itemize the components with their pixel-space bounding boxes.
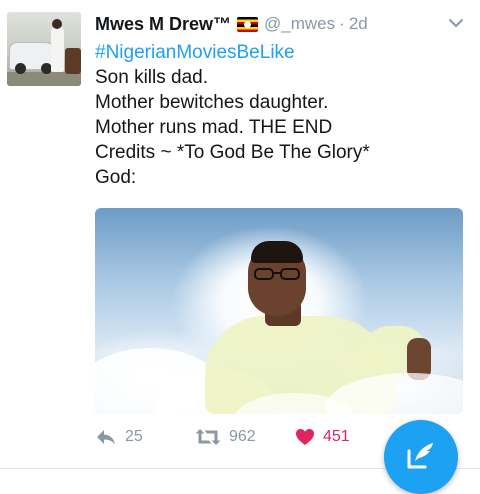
compose-tweet-button[interactable] xyxy=(384,420,458,494)
tweet-text-line: Son kills dad. xyxy=(95,67,209,88)
reply-count: 25 xyxy=(125,428,143,445)
reply-button[interactable]: 25 xyxy=(95,428,143,446)
tweet[interactable]: Mwes M Drew™ @_mwes · 2d #NigerianMovies… xyxy=(0,0,480,494)
glasses-icon xyxy=(254,268,300,280)
heart-icon xyxy=(296,429,314,445)
retweet-icon xyxy=(195,429,221,445)
photo-person-hair xyxy=(251,241,303,263)
reply-icon xyxy=(97,430,115,445)
author-handle[interactable]: @_mwes xyxy=(264,14,335,34)
retweet-count: 962 xyxy=(229,428,256,445)
tweet-text: #NigerianMoviesBeLike Son kills dad. Mot… xyxy=(95,40,467,190)
tweet-text-line: Credits ~ *To God Be The Glory* xyxy=(95,142,370,163)
like-button[interactable]: 451 xyxy=(295,428,350,446)
avatar-person xyxy=(51,26,64,72)
hashtag-link[interactable]: #NigerianMoviesBeLike xyxy=(95,40,467,65)
chevron-down-icon[interactable] xyxy=(447,14,465,32)
header-separator: · xyxy=(339,14,345,33)
tweet-text-line: God: xyxy=(95,167,137,188)
avatar[interactable] xyxy=(7,12,81,86)
avatar-wheel xyxy=(15,63,26,74)
tweet-timestamp[interactable]: 2d xyxy=(349,14,368,34)
tweet-text-line: Mother runs mad. THE END xyxy=(95,117,333,138)
tweet-text-line: Mother bewitches daughter. xyxy=(95,92,329,113)
tweet-media-photo[interactable] xyxy=(95,208,463,414)
avatar-person-head xyxy=(52,19,62,29)
like-count: 451 xyxy=(323,428,350,445)
author-name[interactable]: Mwes M Drew™ xyxy=(95,14,231,35)
tweet-header: Mwes M Drew™ @_mwes · 2d xyxy=(95,12,368,36)
retweet-button[interactable]: 962 xyxy=(195,428,256,446)
avatar-ground xyxy=(7,72,81,86)
avatar-barrel xyxy=(65,48,81,74)
uganda-flag-icon xyxy=(237,16,259,32)
compose-icon xyxy=(407,443,433,469)
